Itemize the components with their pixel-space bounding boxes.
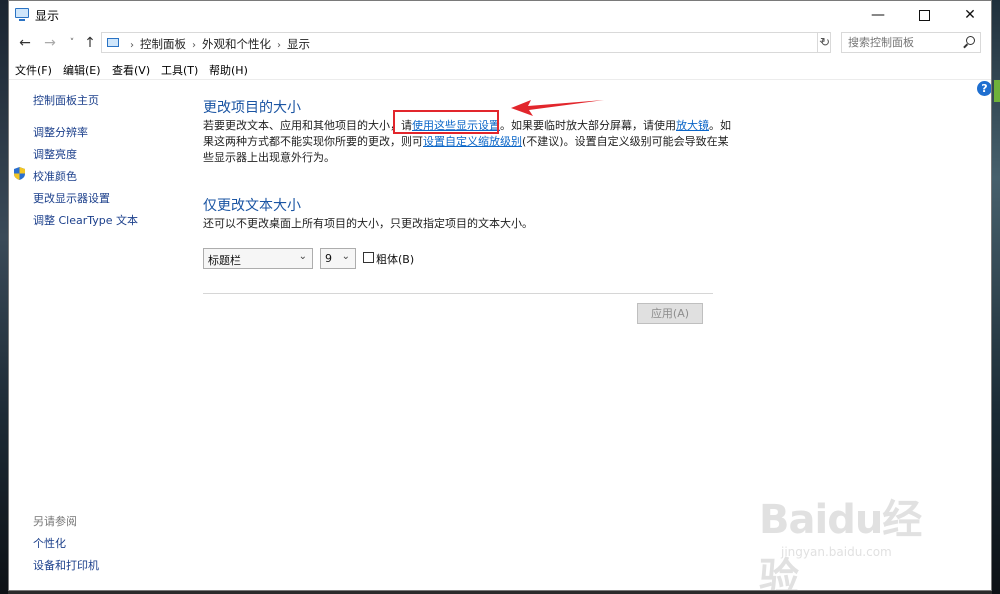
- search-input[interactable]: [848, 34, 958, 51]
- see-also-heading: 另请参阅: [33, 515, 77, 528]
- breadcrumb-control-panel[interactable]: 控制面板: [140, 37, 186, 51]
- item-select-value: 标题栏: [208, 254, 241, 267]
- text-segment: 。如: [709, 119, 731, 132]
- desktop-edge-right: [992, 0, 1000, 594]
- minimize-button[interactable]: —: [855, 1, 901, 29]
- sidebar-item-home[interactable]: 控制面板主页: [33, 92, 99, 108]
- apply-button[interactable]: 应用(A): [637, 303, 703, 324]
- help-icon[interactable]: ?: [977, 81, 991, 96]
- maximize-button[interactable]: [901, 1, 947, 29]
- baidu-watermark: Baidu经验 jingyan.baidu.com: [759, 487, 959, 590]
- menu-view[interactable]: 查看(V): [112, 62, 150, 78]
- menu-bar: 文件(F) 编辑(E) 查看(V) 工具(T) 帮助(H): [9, 59, 991, 79]
- text-segment: 果这两种方式都不能实现你所要的更改，则可: [203, 135, 423, 148]
- up-button[interactable]: ↑: [81, 33, 99, 53]
- description-line-3: 些显示器上出现意外行为。: [203, 151, 335, 164]
- menu-help[interactable]: 帮助(H): [209, 62, 248, 78]
- close-button[interactable]: ✕: [947, 1, 991, 29]
- magnifier-link[interactable]: 放大镜: [676, 119, 709, 132]
- chevron-down-icon: ⌄: [341, 251, 350, 262]
- sidebar-item-resolution[interactable]: 调整分辨率: [33, 124, 88, 140]
- menu-edit[interactable]: 编辑(E): [63, 62, 101, 78]
- annotation-highlight-box: [393, 110, 499, 134]
- sidebar-item-cleartype[interactable]: 调整 ClearType 文本: [33, 212, 138, 228]
- divider: [9, 79, 991, 80]
- search-icon[interactable]: [966, 36, 975, 45]
- font-size-select[interactable]: 9 ⌄: [320, 248, 356, 269]
- forward-button[interactable]: →: [41, 33, 59, 53]
- text-segment: (不建议)。设置自定义级别可能会导致在某: [522, 135, 729, 148]
- recent-locations-button[interactable]: ˅: [63, 33, 81, 53]
- chevron-right-icon[interactable]: ›: [192, 40, 196, 51]
- sidebar-item-calibrate-color[interactable]: 校准颜色: [33, 168, 77, 184]
- menu-tools[interactable]: 工具(T): [161, 62, 198, 78]
- desktop-edge-left: [0, 0, 8, 594]
- window-title: 显示: [35, 9, 60, 23]
- chevron-down-icon: ⌄: [298, 251, 307, 262]
- breadcrumb-appearance[interactable]: 外观和个性化: [202, 37, 271, 51]
- description-line-2: 果这两种方式都不能实现你所要的更改，则可设置自定义缩放级别(不建议)。设置自定义…: [203, 134, 729, 150]
- text-segment: 若要更改文本、应用和其他项目的大小，请: [203, 119, 412, 132]
- menu-file[interactable]: 文件(F): [15, 62, 52, 78]
- chevron-right-icon[interactable]: ›: [277, 40, 281, 51]
- custom-scaling-link[interactable]: 设置自定义缩放级别: [423, 135, 522, 148]
- section-heading-change-size: 更改项目的大小: [203, 100, 301, 116]
- sidebar-item-personalization[interactable]: 个性化: [33, 535, 66, 551]
- chevron-right-icon: ›: [130, 40, 134, 51]
- monitor-icon: [107, 38, 119, 47]
- bold-checkbox[interactable]: [363, 252, 374, 263]
- bold-label[interactable]: 粗体(B): [376, 251, 414, 267]
- text-segment: 。如果要临时放大部分屏幕，请使用: [500, 119, 676, 132]
- section-heading-text-size: 仅更改文本大小: [203, 198, 301, 214]
- desktop-icon-fragment: [994, 80, 1000, 102]
- search-box[interactable]: [841, 32, 981, 53]
- font-size-value: 9: [325, 252, 332, 265]
- refresh-button[interactable]: ↻: [817, 32, 832, 53]
- monitor-icon: [15, 8, 29, 21]
- watermark-url: jingyan.baidu.com: [781, 545, 892, 559]
- sidebar-item-devices-printers[interactable]: 设备和打印机: [33, 557, 99, 573]
- breadcrumb: › 控制面板 › 外观和个性化 › 显示: [124, 36, 310, 52]
- breadcrumb-display[interactable]: 显示: [287, 37, 310, 51]
- sidebar-item-brightness[interactable]: 调整亮度: [33, 146, 77, 162]
- sidebar-item-display-settings[interactable]: 更改显示器设置: [33, 190, 110, 206]
- divider: [203, 293, 713, 294]
- navigation-bar: ← → ˅ ↑ › 控制面板 › 外观和个性化 › 显示 ⌄ ↻: [9, 29, 991, 57]
- title-bar: 显示 — ✕: [9, 1, 991, 29]
- shield-icon: [14, 167, 25, 180]
- watermark-logo: Baidu经验: [759, 497, 922, 591]
- item-select[interactable]: 标题栏 ⌄: [203, 248, 313, 269]
- address-bar[interactable]: › 控制面板 › 外观和个性化 › 显示 ⌄: [101, 32, 831, 53]
- maximize-icon: [918, 9, 930, 21]
- back-button[interactable]: ←: [16, 33, 34, 53]
- annotation-arrow: [511, 100, 604, 116]
- display-window: 显示 — ✕ ← → ˅ ↑ › 控制面板 › 外观和个性化 › 显示 ⌄ ↻ 文件(F)…: [8, 0, 992, 591]
- text-size-description: 还可以不更改桌面上所有项目的大小，只更改指定项目的文本大小。: [203, 217, 533, 230]
